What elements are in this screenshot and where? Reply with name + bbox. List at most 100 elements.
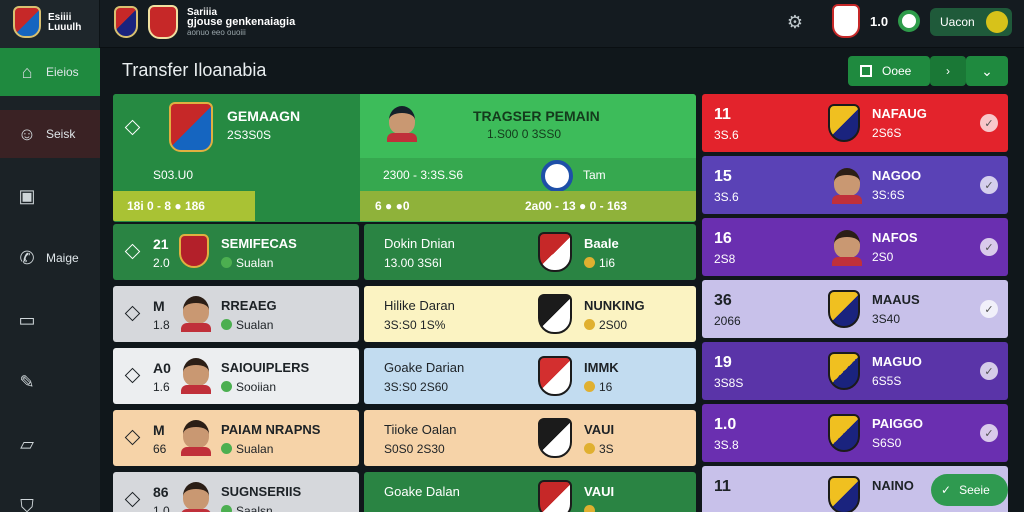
value-dot-icon [584,381,595,392]
row-club: Sualan [221,442,273,456]
row-value: 2S6S [872,126,902,140]
sidebar-item-label: Maige [46,251,79,265]
mid-list-row[interactable]: Tiioke Oalan S0S0 2S30 VAUI 3S [364,410,696,466]
chevron-right-icon: › [946,64,950,78]
left-list-row[interactable]: M 1.8 RREAEG Sualan [113,286,359,342]
row-number: 1.0 [714,416,737,433]
row-line2: S0S0 2S30 [384,442,445,456]
dropdown-button[interactable]: ⌄ [966,56,1008,86]
club-badge-icon [538,356,572,396]
user-crest-icon[interactable] [832,4,860,38]
right-list-row[interactable]: 11 3S.6 NAFAUG 2S6S ✓ [702,94,1008,152]
club-dot-icon [221,319,232,330]
club-logo-icon [541,160,573,192]
right-list-row[interactable]: 19 3S8S MAGUO 6S5S ✓ [702,342,1008,400]
settings-gear-icon[interactable]: ⚙ [785,12,805,32]
right-list-row[interactable]: 36 2066 MAAUS 3S40 ✓ [702,280,1008,338]
row-name: NAFAUG [872,106,927,121]
row-name: SAIOUIPLERS [221,360,310,375]
row-line2: 3S:S0 2S60 [384,380,449,394]
select-check-icon[interactable]: ✓ [980,114,998,132]
select-diamond-icon[interactable] [124,243,141,260]
row-club: Sualan [221,256,273,270]
next-button[interactable]: › [930,56,966,86]
row-sub: 2066 [714,314,741,328]
map-icon: ▱ [20,433,34,454]
view-mode-button[interactable]: Ooee [848,56,930,86]
left-list-row[interactable]: A0 1.6 SAIOUIPLERS Sooiian [113,348,359,404]
sidebar-item-5[interactable]: ✎ [0,358,100,406]
left-list-row[interactable]: 21 2.0 SEMIFECAS Sualan [113,224,359,280]
sidebar-item-4[interactable]: ▭ [0,296,100,344]
row-club-label: Saalsn [236,504,273,512]
left-list-row[interactable]: M 66 PAIAM NRAPNS Sualan [113,410,359,466]
club-badge-icon [828,352,860,390]
balance-value: 1.0 [870,14,889,29]
select-check-icon[interactable]: ✓ [980,176,998,194]
row-value-label: 16 [599,380,613,394]
select-diamond-icon[interactable] [124,429,141,446]
mid-list-row[interactable]: Goake Dalan VAUI [364,472,696,512]
sidebar-item-3[interactable]: ✆ Maige [0,234,100,282]
page-title: Transfer Iloanabia [122,60,267,80]
select-check-icon[interactable]: ✓ [980,362,998,380]
window-icon: ▭ [18,309,36,330]
mid-list-row[interactable]: Dokin Dnian 13.00 3S6I Baale 1i6 [364,224,696,280]
right-list-row[interactable]: 16 2S8 NAFOS 2S0 ✓ [702,218,1008,276]
player-avatar [387,106,417,142]
value-dot-icon [584,257,595,268]
featured-center-line: 1.S00 0 3SS0 [487,127,562,141]
edit-icon: ✎ [19,371,35,392]
row-line1: Goake Darian [384,360,465,375]
sidebar-item-2[interactable]: ▣ [0,172,100,220]
row-value: S6S0 [872,436,902,450]
sidebar-item-7[interactable]: ⛉ [0,482,100,512]
featured-center-title: TRAGSER PEMAIN [473,108,600,124]
club-caption: aonuo eeo ouoiii [187,28,246,37]
account-label: Uacon [940,15,975,29]
check-icon: ✓ [941,483,952,497]
select-check-icon[interactable]: ✓ [980,238,998,256]
confirm-fab-button[interactable]: ✓ Seeie [931,474,1008,506]
chevron-down-icon: ⌄ [981,62,993,79]
app-logo-area[interactable]: Esiiii Luuulh [0,0,100,48]
mid-list-row[interactable]: Hilike Daran 3S:S0 1S% NUNKING 2S00 [364,286,696,342]
select-diamond-icon[interactable] [124,305,141,322]
left-list-row[interactable]: 86 1.0 SUGNSERIIS Saalsn [113,472,359,512]
row-name: SUGNSERIIS [221,484,302,499]
sidebar-item-0[interactable]: ⌂ Eieios [0,48,100,96]
value-dot-icon [584,319,595,330]
right-list-row[interactable]: 15 3S.6 NAGOO 3S:6S ✓ [702,156,1008,214]
grid-icon [860,65,872,77]
club-badge-icon [538,480,572,512]
row-name: NUNKING [584,298,645,313]
row-name: MAGUO [872,354,922,369]
sidebar-item-6[interactable]: ▱ [0,420,100,468]
row-name: VAUI [584,484,615,499]
sidebar-item-1[interactable]: ☺ Seisk [0,110,100,158]
select-check-icon[interactable]: ✓ [980,424,998,442]
mid-list-row[interactable]: Goake Darian 3S:S0 2S60 IMMK 16 [364,348,696,404]
featured-transfer-card[interactable]: GEMAAGN 2S3S0S S03.U0 18i 0 - 8 ● 186 TR… [113,94,696,222]
coins-icon[interactable] [898,10,920,32]
row-sub: 3S.6 [714,190,739,204]
fab-label: Seeie [959,483,990,497]
featured-left-sub: 2S3S0S [227,128,272,142]
row-value [584,504,599,512]
row-number: 19 [714,354,732,371]
right-list-row[interactable]: 1.0 3S.8 PAIGGO S6S0 ✓ [702,404,1008,462]
row-name: NAGOO [872,168,922,183]
select-diamond-icon[interactable] [124,367,141,384]
row-number: 36 [714,292,732,309]
row-value-label: 1i6 [599,256,616,270]
row-name: PAIGGO [872,416,924,431]
club-badge-icon [538,294,572,334]
row-sub: 3S8S [714,376,744,390]
select-check-icon[interactable]: ✓ [980,300,998,318]
featured-center-mid-left: 2300 - 3:3S.S6 [383,168,464,182]
featured-center-mid-right: Tam [583,168,606,182]
account-button[interactable]: Uacon [930,8,1012,36]
select-diamond-icon[interactable] [124,491,141,508]
row-sub: 1.0 [153,504,170,512]
row-value: 16 [584,380,612,394]
